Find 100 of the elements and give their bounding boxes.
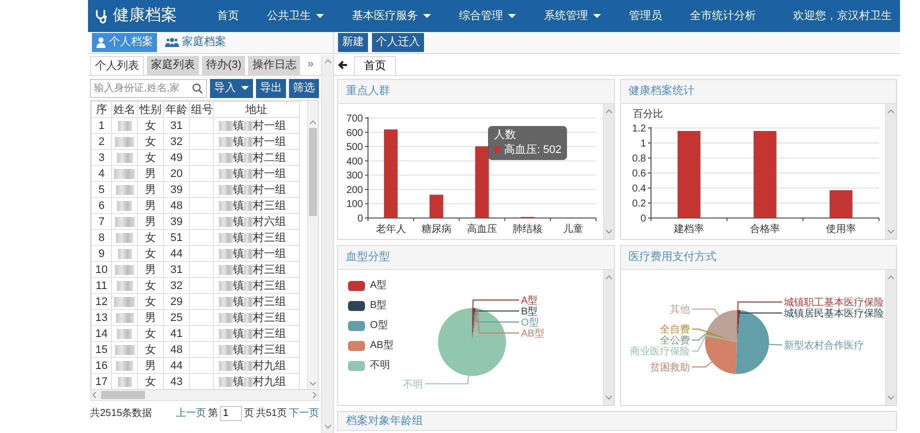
scrollbar[interactable] bbox=[885, 104, 896, 239]
next-page-link[interactable]: 下一页 bbox=[289, 406, 319, 421]
scrollbar[interactable] bbox=[602, 104, 614, 239]
nav-link[interactable]: 系统管理 bbox=[544, 8, 601, 24]
redaction-mark bbox=[219, 280, 233, 291]
axis-label: 使用率 bbox=[826, 224, 856, 235]
more-tabs-button[interactable]: » bbox=[303, 56, 316, 75]
axis-label: 300 bbox=[346, 170, 363, 182]
table-cell: 男 bbox=[138, 166, 164, 182]
axis-label: 儿童 bbox=[563, 224, 584, 235]
column-header[interactable]: 序 bbox=[92, 102, 112, 118]
redaction-mark bbox=[116, 232, 133, 243]
axis-label: 500 bbox=[346, 142, 363, 154]
toolbar-button[interactable]: 新建 bbox=[338, 33, 368, 52]
redaction-mark bbox=[219, 360, 233, 371]
slice-label: 全自费 bbox=[660, 324, 690, 336]
scrollbar[interactable] bbox=[90, 390, 319, 401]
column-header[interactable]: 姓名 bbox=[112, 102, 138, 118]
nav-link[interactable]: 公共卫生 bbox=[267, 8, 324, 24]
nav-link[interactable]: 管理员 bbox=[629, 8, 662, 24]
table-cell: 3 bbox=[92, 150, 112, 166]
nav-link[interactable]: 综合管理 bbox=[459, 8, 516, 24]
address-text: 镇 bbox=[233, 344, 244, 356]
page-tab[interactable]: 首页 bbox=[354, 56, 396, 75]
address-text: 村一组 bbox=[253, 120, 286, 132]
table-cell: 8 bbox=[92, 230, 112, 246]
nav-link[interactable]: 基本医疗服务 bbox=[352, 8, 431, 24]
table-cell: 31 bbox=[164, 262, 190, 278]
archive-tab[interactable]: 个人档案 bbox=[92, 33, 157, 52]
scroll-down-icon bbox=[604, 229, 612, 235]
table-cell: 女 bbox=[138, 246, 164, 262]
redaction-mark bbox=[219, 200, 233, 211]
address-text: 村一组 bbox=[253, 248, 286, 260]
slice-label: 全公费 bbox=[660, 336, 690, 347]
redaction-mark bbox=[118, 248, 132, 259]
table-cell: 6 bbox=[92, 198, 112, 214]
scrollbar[interactable] bbox=[885, 270, 896, 405]
action-button[interactable]: 导出 bbox=[256, 78, 286, 98]
table-cell: 9 bbox=[92, 246, 112, 262]
table-cell: 13 bbox=[92, 310, 112, 326]
table-cell: 48 bbox=[164, 342, 190, 358]
table-cell: 14 bbox=[92, 326, 112, 342]
redaction-mark bbox=[244, 248, 253, 259]
column-header[interactable]: 年龄 bbox=[164, 102, 190, 118]
redaction-mark bbox=[244, 216, 253, 227]
search-field[interactable]: 输入身份证,姓名,家 bbox=[90, 78, 207, 98]
redaction-mark bbox=[244, 200, 253, 211]
user-icon bbox=[96, 37, 106, 48]
stethoscope-icon bbox=[94, 8, 109, 24]
table-cell: 10 bbox=[92, 262, 112, 278]
redaction-mark bbox=[244, 152, 253, 163]
scrollbar[interactable] bbox=[307, 101, 318, 389]
table-cell: 女 bbox=[138, 278, 164, 294]
scroll-thumb[interactable] bbox=[309, 128, 317, 216]
redaction-mark bbox=[219, 184, 233, 195]
user-greeting: 欢迎您，京汉村卫生 bbox=[793, 8, 893, 24]
scroll-left-icon bbox=[91, 392, 99, 398]
toolbar-button[interactable]: 个人迁入 bbox=[372, 33, 424, 52]
action-button[interactable]: 导入 bbox=[210, 78, 253, 98]
scroll-down-icon bbox=[887, 229, 895, 235]
table-cell: 16 bbox=[92, 358, 112, 374]
redaction-mark bbox=[219, 216, 233, 227]
nav-link[interactable]: 全市统计分析 bbox=[690, 8, 756, 24]
column-header[interactable]: 性别 bbox=[138, 102, 164, 118]
address-text: 镇 bbox=[233, 168, 244, 180]
address-text: 镇 bbox=[233, 216, 244, 228]
scrollbar[interactable] bbox=[602, 270, 614, 405]
address-text: 镇 bbox=[233, 360, 244, 372]
table-cell: 男 bbox=[138, 198, 164, 214]
list-tab[interactable]: 家庭列表 bbox=[147, 56, 199, 75]
action-button[interactable]: 筛选 bbox=[289, 78, 319, 98]
prev-page-link[interactable]: 上一页 bbox=[176, 406, 206, 421]
column-header[interactable]: 地址 bbox=[214, 102, 300, 118]
list-tab[interactable]: 待办(3) bbox=[202, 56, 246, 75]
redaction-mark bbox=[244, 184, 253, 195]
archive-tab[interactable]: 家庭档案 bbox=[161, 33, 230, 52]
redaction-mark bbox=[114, 344, 134, 355]
redaction-mark bbox=[219, 344, 233, 355]
redaction-mark bbox=[219, 168, 233, 179]
table-cell: 女 bbox=[138, 326, 164, 342]
slice-label: AB型 bbox=[521, 328, 544, 340]
card-title: 血型分型 bbox=[346, 250, 390, 266]
axis-label: 0 bbox=[357, 214, 363, 224]
list-tab[interactable]: 个人列表 bbox=[90, 56, 144, 75]
scrollbar[interactable] bbox=[321, 55, 333, 433]
table-cell: 48 bbox=[164, 198, 190, 214]
slice-label: 其他 bbox=[670, 304, 690, 316]
address-text: 镇 bbox=[233, 200, 244, 212]
list-tab[interactable]: 操作日志 bbox=[248, 56, 300, 75]
axis-label: 1.2 bbox=[632, 124, 646, 134]
table-cell: 男 bbox=[138, 262, 164, 278]
scroll-thumb[interactable] bbox=[101, 391, 145, 399]
nav-link[interactable]: 首页 bbox=[217, 8, 239, 24]
table-cell: 女 bbox=[138, 342, 164, 358]
column-header[interactable]: 组号 bbox=[190, 102, 214, 118]
page-field[interactable]: 1 bbox=[220, 406, 242, 421]
table-cell: 41 bbox=[164, 326, 190, 342]
back-arrow-icon[interactable] bbox=[338, 60, 348, 70]
address-text: 村三组 bbox=[253, 296, 286, 308]
redaction-mark bbox=[219, 136, 233, 147]
